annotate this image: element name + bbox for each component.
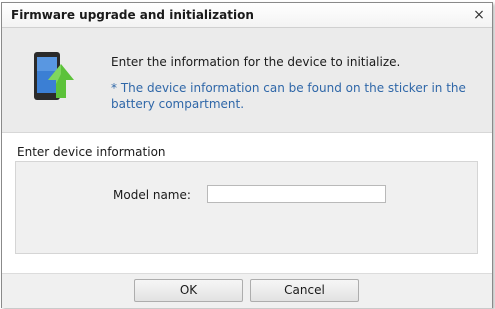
close-icon: ×	[473, 7, 485, 23]
cancel-button[interactable]: Cancel	[250, 279, 359, 302]
ok-button[interactable]: OK	[134, 279, 243, 302]
device-upgrade-icon	[34, 52, 74, 100]
info-banner: Enter the information for the device to …	[2, 28, 492, 133]
dialog-titlebar: Firmware upgrade and initialization ×	[2, 3, 492, 28]
device-info-group: Model name:	[15, 161, 478, 254]
section-label: Enter device information	[17, 145, 166, 159]
model-name-input[interactable]	[207, 185, 386, 203]
model-name-label: Model name:	[113, 188, 191, 202]
firmware-dialog: Firmware upgrade and initialization × En…	[1, 2, 493, 308]
dialog-footer: OK Cancel	[2, 273, 492, 308]
sticker-note: * The device information can be found on…	[111, 81, 466, 111]
device-info-form: Enter device information Model name:	[2, 133, 492, 273]
instruction-text: Enter the information for the device to …	[111, 55, 401, 69]
close-button[interactable]: ×	[470, 6, 488, 24]
dialog-title: Firmware upgrade and initialization	[11, 8, 254, 22]
screen: Firmware upgrade and initialization × En…	[0, 0, 495, 309]
